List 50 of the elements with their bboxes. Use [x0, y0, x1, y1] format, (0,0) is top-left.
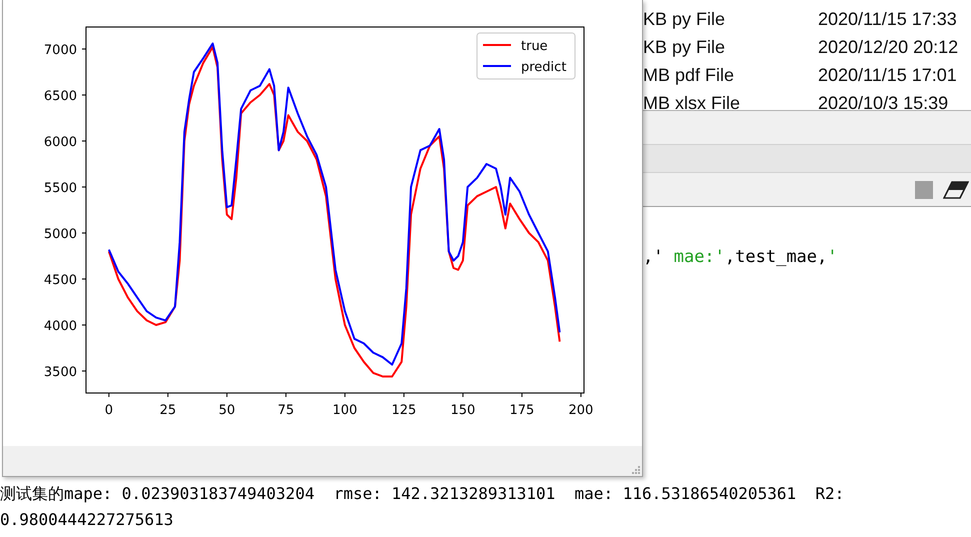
legend-label: true — [521, 39, 548, 54]
file-date: 2020/12/20 20:12 — [818, 36, 960, 58]
tick-mark — [82, 94, 86, 96]
tick-label: 4500 — [44, 273, 77, 288]
tick-label: 75 — [278, 403, 294, 418]
tick-mark — [82, 324, 86, 326]
tick-mark — [82, 140, 86, 142]
tick-mark — [82, 370, 86, 372]
file-date: 2020/11/15 17:33 — [818, 8, 958, 30]
tick-label: 50 — [218, 403, 236, 418]
tick-mark — [82, 186, 86, 188]
tick-label: 25 — [160, 403, 176, 418]
eraser-icon[interactable] — [943, 180, 969, 198]
tick-mark — [580, 392, 582, 398]
file-type: MB pdf File — [643, 64, 736, 86]
console-output: 测试集的mape: 0.023903183749403204 rmse: 142.3213289313101 mae: 116.53186540205361 R2: — [0, 483, 844, 505]
tick-mark — [82, 48, 86, 50]
file-type: KB py File — [643, 8, 726, 30]
tick-label: 3500 — [44, 365, 77, 380]
tick-label: 4000 — [44, 319, 77, 334]
tick-label: 175 — [510, 403, 534, 418]
tick-label: 6000 — [44, 135, 77, 150]
tick-mark — [226, 392, 228, 398]
tick-mark — [521, 392, 522, 398]
resize-grip-icon[interactable] — [632, 466, 640, 474]
tick-label: 100 — [332, 403, 358, 418]
tick-label: 0 — [104, 403, 114, 418]
tick-label: 6500 — [44, 89, 77, 104]
tick-label: 150 — [450, 403, 476, 418]
tick-label: 7000 — [44, 43, 77, 58]
file-date: 2020/10/3 15:39 — [818, 92, 950, 114]
tick-mark — [108, 392, 110, 398]
tick-mark — [82, 278, 86, 280]
tick-label: 200 — [568, 403, 594, 418]
code-line: ,' mae:',test_mae,' — [643, 247, 838, 267]
tick-mark — [167, 392, 168, 398]
tick-mark — [344, 392, 346, 398]
tick-mark — [403, 392, 404, 398]
file-type: MB xlsx File — [643, 92, 742, 114]
file-type: KB py File — [643, 36, 726, 58]
file-date: 2020/11/15 17:01 — [818, 64, 958, 86]
tick-label: 5000 — [44, 227, 77, 242]
tick-label: 5500 — [44, 181, 77, 196]
legend-label: predict — [521, 60, 566, 75]
tick-mark — [285, 392, 286, 398]
tick-mark — [462, 392, 464, 398]
tick-label: 125 — [392, 403, 416, 418]
tick-mark — [82, 232, 86, 234]
stop-icon[interactable] — [915, 180, 933, 198]
console-output: 0.9800444227275613 — [0, 509, 174, 531]
